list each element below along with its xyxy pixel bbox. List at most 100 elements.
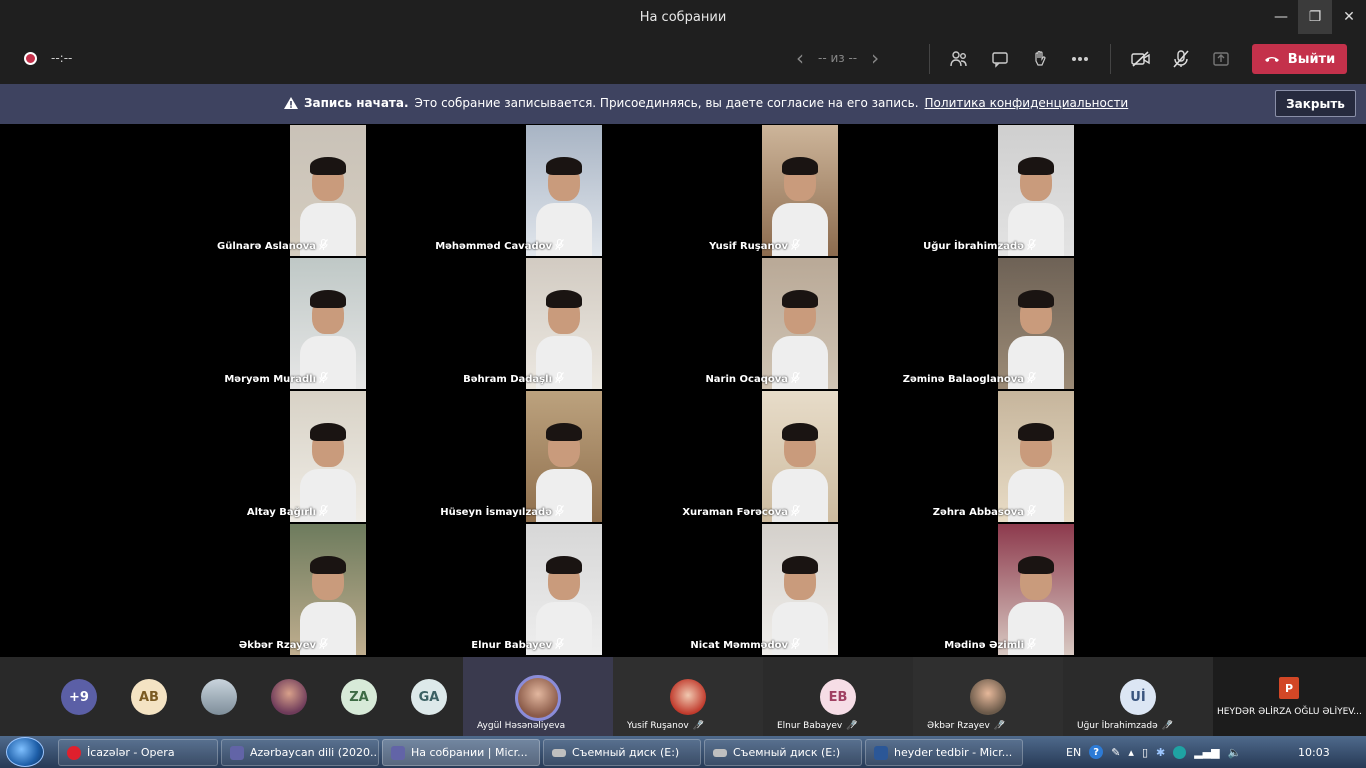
gallery-pager: ‹ -- из -- › <box>796 46 879 70</box>
video-tile[interactable] <box>290 524 366 655</box>
avatar: Uİ <box>1120 679 1156 715</box>
taskbar-item[interactable]: Съемный диск (E:) <box>543 739 701 766</box>
video-tile[interactable] <box>526 125 602 256</box>
taskbar: İcazələr - Opera Azərbaycan dili (2020..… <box>0 736 1366 768</box>
participant-name: Narin Ocaqova <box>705 373 788 385</box>
close-window-button[interactable]: ✕ <box>1332 0 1366 34</box>
avatar <box>670 679 706 715</box>
video-tile[interactable] <box>762 391 838 522</box>
strip-tile[interactable]: EB Elnur Babayev 🎤̸ <box>763 657 913 736</box>
help-icon[interactable]: ? <box>1089 745 1104 759</box>
person-hair <box>782 556 818 574</box>
pen-icon[interactable]: ✎ <box>1111 746 1120 759</box>
participant-label: Elnur Babayev <box>471 638 564 652</box>
video-tile[interactable] <box>998 258 1074 389</box>
mic-off-icon <box>791 505 800 519</box>
strip-tile[interactable]: Uİ Uğur İbrahimzadə 🎤̸ <box>1063 657 1213 736</box>
participant-name: Aygül Həsənəliyeva <box>477 721 566 731</box>
people-icon[interactable] <box>947 47 971 71</box>
participant-name: Zəhra Abbasova <box>932 506 1024 518</box>
signal-icon[interactable]: ▂▄▆ <box>1194 746 1219 759</box>
mic-off-icon <box>791 372 800 386</box>
pager-next-button[interactable]: › <box>871 46 879 70</box>
avatar[interactable]: GA <box>411 679 447 715</box>
person-hair <box>546 423 582 441</box>
more-icon[interactable] <box>1068 47 1092 71</box>
video-tile[interactable] <box>526 391 602 522</box>
video-tile[interactable] <box>762 258 838 389</box>
taskbar-item-label: İcazələr - Opera <box>87 746 175 759</box>
taskbar-item[interactable]: Azərbaycan dili (2020... <box>221 739 379 766</box>
battery-icon[interactable]: ▯ <box>1142 746 1148 759</box>
video-tile[interactable] <box>290 391 366 522</box>
participant-name: Zəminə Balaoglanova <box>902 373 1024 385</box>
teams-icon <box>391 745 405 760</box>
person-hair <box>782 290 818 308</box>
recording-banner: Запись начата. Это собрание записывается… <box>0 84 1366 124</box>
mic-off-icon <box>319 638 328 652</box>
taskbar-item[interactable]: Съемный диск (E:) <box>704 739 862 766</box>
window-title: На собрании <box>639 9 727 25</box>
video-tile[interactable] <box>526 524 602 655</box>
mic-off-icon <box>791 638 800 652</box>
participant-name: Əkbər Rzayev <box>238 639 316 651</box>
mic-off-icon: 🎤̸ <box>692 721 704 731</box>
taskbar-item[interactable]: На собрании | Micr... <box>382 739 540 766</box>
leave-button[interactable]: Выйти <box>1252 44 1347 74</box>
volume-icon[interactable]: 🔈 <box>1228 746 1242 759</box>
share-tray-icon[interactable] <box>1209 47 1233 71</box>
taskbar-item-label: На собрании | Micr... <box>411 746 528 759</box>
participant-name: Nicat Məmmədov <box>690 639 788 651</box>
video-tile[interactable] <box>998 524 1074 655</box>
camera-off-icon[interactable] <box>1129 47 1153 71</box>
maximize-button[interactable]: ❐ <box>1298 0 1332 34</box>
mic-off-icon: 🎤̸ <box>993 721 1006 731</box>
participant-label: Gülnarə Aslanova <box>217 239 328 253</box>
chat-icon[interactable] <box>988 47 1012 71</box>
avatar[interactable] <box>271 679 307 715</box>
person-hair <box>546 556 582 574</box>
avatar[interactable] <box>201 679 237 715</box>
strip-tile-speaker[interactable]: Aygül Həsənəliyeva <box>463 657 613 736</box>
video-tile[interactable] <box>290 258 366 389</box>
toolbar-separator <box>1110 44 1111 74</box>
chevron-up-icon[interactable]: ▴ <box>1128 746 1134 759</box>
phone-hangup-icon <box>1264 57 1279 62</box>
person-hair <box>782 157 818 175</box>
minimize-button[interactable]: — <box>1264 0 1298 34</box>
participant-label: Yusif Ruşanov <box>709 239 800 253</box>
video-tile[interactable] <box>290 125 366 256</box>
start-button[interactable] <box>6 737 44 767</box>
language-indicator[interactable]: EN <box>1066 746 1081 759</box>
person-hair <box>546 157 582 175</box>
hand-icon[interactable] <box>1028 47 1052 71</box>
video-tile[interactable] <box>526 258 602 389</box>
video-tile[interactable] <box>998 125 1074 256</box>
taskbar-item[interactable]: İcazələr - Opera <box>58 739 218 766</box>
taskbar-item[interactable]: heyder tedbir - Micr... <box>865 739 1023 766</box>
strip-tile[interactable]: Yusif Ruşanov 🎤̸ <box>613 657 763 736</box>
video-tile[interactable] <box>998 391 1074 522</box>
mic-off-icon[interactable] <box>1169 47 1193 71</box>
video-tile[interactable] <box>762 524 838 655</box>
shared-content-tile[interactable]: P HEYDƏR ƏLİRZA OĞLU ƏLİYEV... <box>1213 657 1366 736</box>
privacy-policy-link[interactable]: Политика конфиденциальности <box>925 96 1129 110</box>
avatar[interactable]: AB <box>131 679 167 715</box>
participant-name: Altay Bağırlı <box>246 506 316 518</box>
overflow-count-badge[interactable]: +9 <box>61 679 97 715</box>
pager-prev-button[interactable]: ‹ <box>796 46 804 70</box>
video-tile[interactable] <box>762 125 838 256</box>
recording-timer: --:-- <box>51 51 73 65</box>
banner-close-button[interactable]: Закрыть <box>1275 90 1356 117</box>
taskbar-item-label: Съемный диск (E:) <box>733 746 841 759</box>
drive-icon <box>713 748 727 757</box>
person-hair <box>1018 157 1054 175</box>
bluetooth-icon[interactable]: ✱ <box>1156 746 1165 759</box>
avatar[interactable]: ZA <box>341 679 377 715</box>
participant-label: Əkbər Rzayev <box>239 638 328 652</box>
taskbar-item-label: Azərbaycan dili (2020... <box>250 746 379 759</box>
strip-tile[interactable]: Əkbər Rzayev 🎤̸ <box>913 657 1063 736</box>
person-hair <box>1018 290 1054 308</box>
security-icon[interactable] <box>1173 745 1187 759</box>
mic-off-icon <box>1027 372 1036 386</box>
